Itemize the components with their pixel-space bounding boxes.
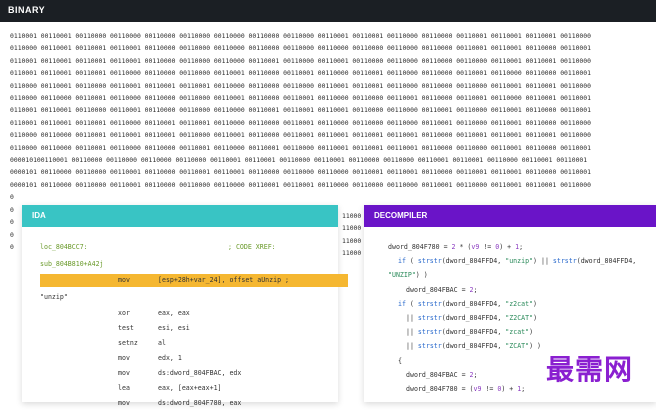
ida-line[interactable]: loc_804BCC7: ; CODE XREF: <box>22 241 338 254</box>
binary-fragment: 11000 <box>342 212 362 220</box>
ida-title: IDA <box>22 205 338 227</box>
ida-operands: edx, 1 <box>158 354 182 362</box>
binary-line: 0110001 00110001 00110000 00110001 00110… <box>10 106 591 115</box>
decompiler-line[interactable]: || strstr(dword_804FFD4, "Z2CAT") <box>406 312 537 326</box>
decompiler-line[interactable]: "UNZIP") ) <box>388 269 428 283</box>
ida-operands: al <box>158 339 166 347</box>
binary-line: 0110001 00110001 00110001 00110000 00110… <box>10 118 591 127</box>
decompiler-line[interactable]: || strstr(dword_804FFD4, "ZCAT") ) <box>406 340 541 354</box>
ida-line[interactable]: test esi, esi <box>22 322 338 335</box>
ida-operands: eax, [eax+eax+1] <box>158 384 222 392</box>
binary-line: 0110000 00110000 00110001 00110000 00110… <box>10 94 591 103</box>
ida-mnemonic: mov <box>118 276 130 284</box>
ida-mnemonic: mov <box>118 354 130 362</box>
decompiler-line[interactable]: dword_804F780 = 2 * (v9 != 0) + 1; <box>388 241 523 255</box>
ida-line[interactable]: setnz al <box>22 337 338 350</box>
ida-operands: ds:dword_804FBAC, edx <box>158 369 242 377</box>
ida-line[interactable]: mov ds:dword_804FBAC, edx <box>22 367 338 380</box>
binary-line: 0110001 00110001 00110001 00110000 00110… <box>10 69 591 78</box>
ida-mnemonic: mov <box>118 399 130 407</box>
ida-line[interactable]: lea eax, [eax+eax+1] <box>22 382 338 395</box>
top-bar: BINARY <box>0 0 656 22</box>
binary-line: 0110001 00110001 00110000 00110000 00110… <box>10 32 591 40</box>
ida-disassembly: loc_804BCC7: ; CODE XREF: sub_804B810+A42j… <box>22 227 348 407</box>
decompiler-line[interactable]: dword_804F780 = (v9 != 0) + 1; <box>406 383 525 397</box>
ida-operands: ; CODE XREF: <box>228 243 276 251</box>
ida-line[interactable]: mov [esp+28h+var_24], offset aUnzip ; <box>40 274 348 287</box>
watermark-logo: 最需网 <box>546 353 634 386</box>
decompiler-line[interactable]: dword_804FBAC = 2; <box>406 369 478 383</box>
binary-line: 000010100110001 00110000 00110000 001100… <box>10 156 588 165</box>
ida-line[interactable]: sub_804B810+A42j <box>22 258 338 271</box>
binary-line: 0110000 00110001 00110000 00110001 00110… <box>10 81 591 90</box>
binary-line: 0000101 00110000 00110000 00110001 00110… <box>10 180 591 189</box>
binary-title: BINARY <box>8 5 46 15</box>
binary-fragment: 11000 <box>342 224 362 233</box>
ida-mnemonic: lea <box>118 384 130 392</box>
ida-label: sub_804B810+A42j <box>40 260 104 268</box>
ida-line[interactable]: "unzip" <box>22 291 338 304</box>
decompiler-title: DECOMPILER <box>364 205 656 227</box>
decompiler-line[interactable]: || strstr(dword_804FFD4, "zcat") <box>406 326 533 340</box>
binary-line: 0110000 00110000 00110001 00110000 00110… <box>10 143 591 152</box>
ida-operands: eax, eax <box>158 309 190 317</box>
binary-fragment: 11000 <box>342 249 362 258</box>
ida-line[interactable]: mov ds:dword_804F780, eax <box>22 397 338 410</box>
binary-line: 0000101 00110000 00110000 00110001 00110… <box>10 168 591 177</box>
decompiler-line[interactable]: if ( strstr(dword_804FFD4, "z2cat") <box>398 298 537 312</box>
ida-label: loc_804BCC7: <box>40 243 88 251</box>
ida-mnemonic: setnz <box>118 339 138 347</box>
ida-operands: [esp+28h+var_24], offset aUnzip ; <box>158 276 290 284</box>
ida-mnemonic: xor <box>118 309 130 317</box>
ida-panel: IDA loc_804BCC7: ; CODE XREF: sub_804B810+… <box>22 205 348 407</box>
ida-line[interactable]: mov edx, 1 <box>22 352 338 365</box>
decompiler-line[interactable]: { <box>398 355 402 369</box>
ida-line[interactable]: xor eax, eax <box>22 307 338 320</box>
binary-line: 0110001 00110001 00110001 00110001 00110… <box>10 56 591 65</box>
decompiler-line[interactable]: if ( strstr(dword_804FFD4, "unzip") || s… <box>398 255 636 269</box>
binary-fragment: 11000 <box>342 236 362 245</box>
binary-line: 0110000 00110000 00110001 00110001 00110… <box>10 131 591 140</box>
decompiler-line[interactable]: dword_804FBAC = 2; <box>406 284 478 298</box>
binary-line: 0 <box>10 193 14 202</box>
ida-operands: ds:dword_804F780, eax <box>158 399 242 407</box>
ida-mnemonic: test <box>118 324 134 332</box>
ida-label: "unzip" <box>40 293 68 301</box>
ida-mnemonic: mov <box>118 369 130 377</box>
binary-line: 0110000 00110001 00110001 00110001 00110… <box>10 44 591 53</box>
ida-operands: esi, esi <box>158 324 190 332</box>
